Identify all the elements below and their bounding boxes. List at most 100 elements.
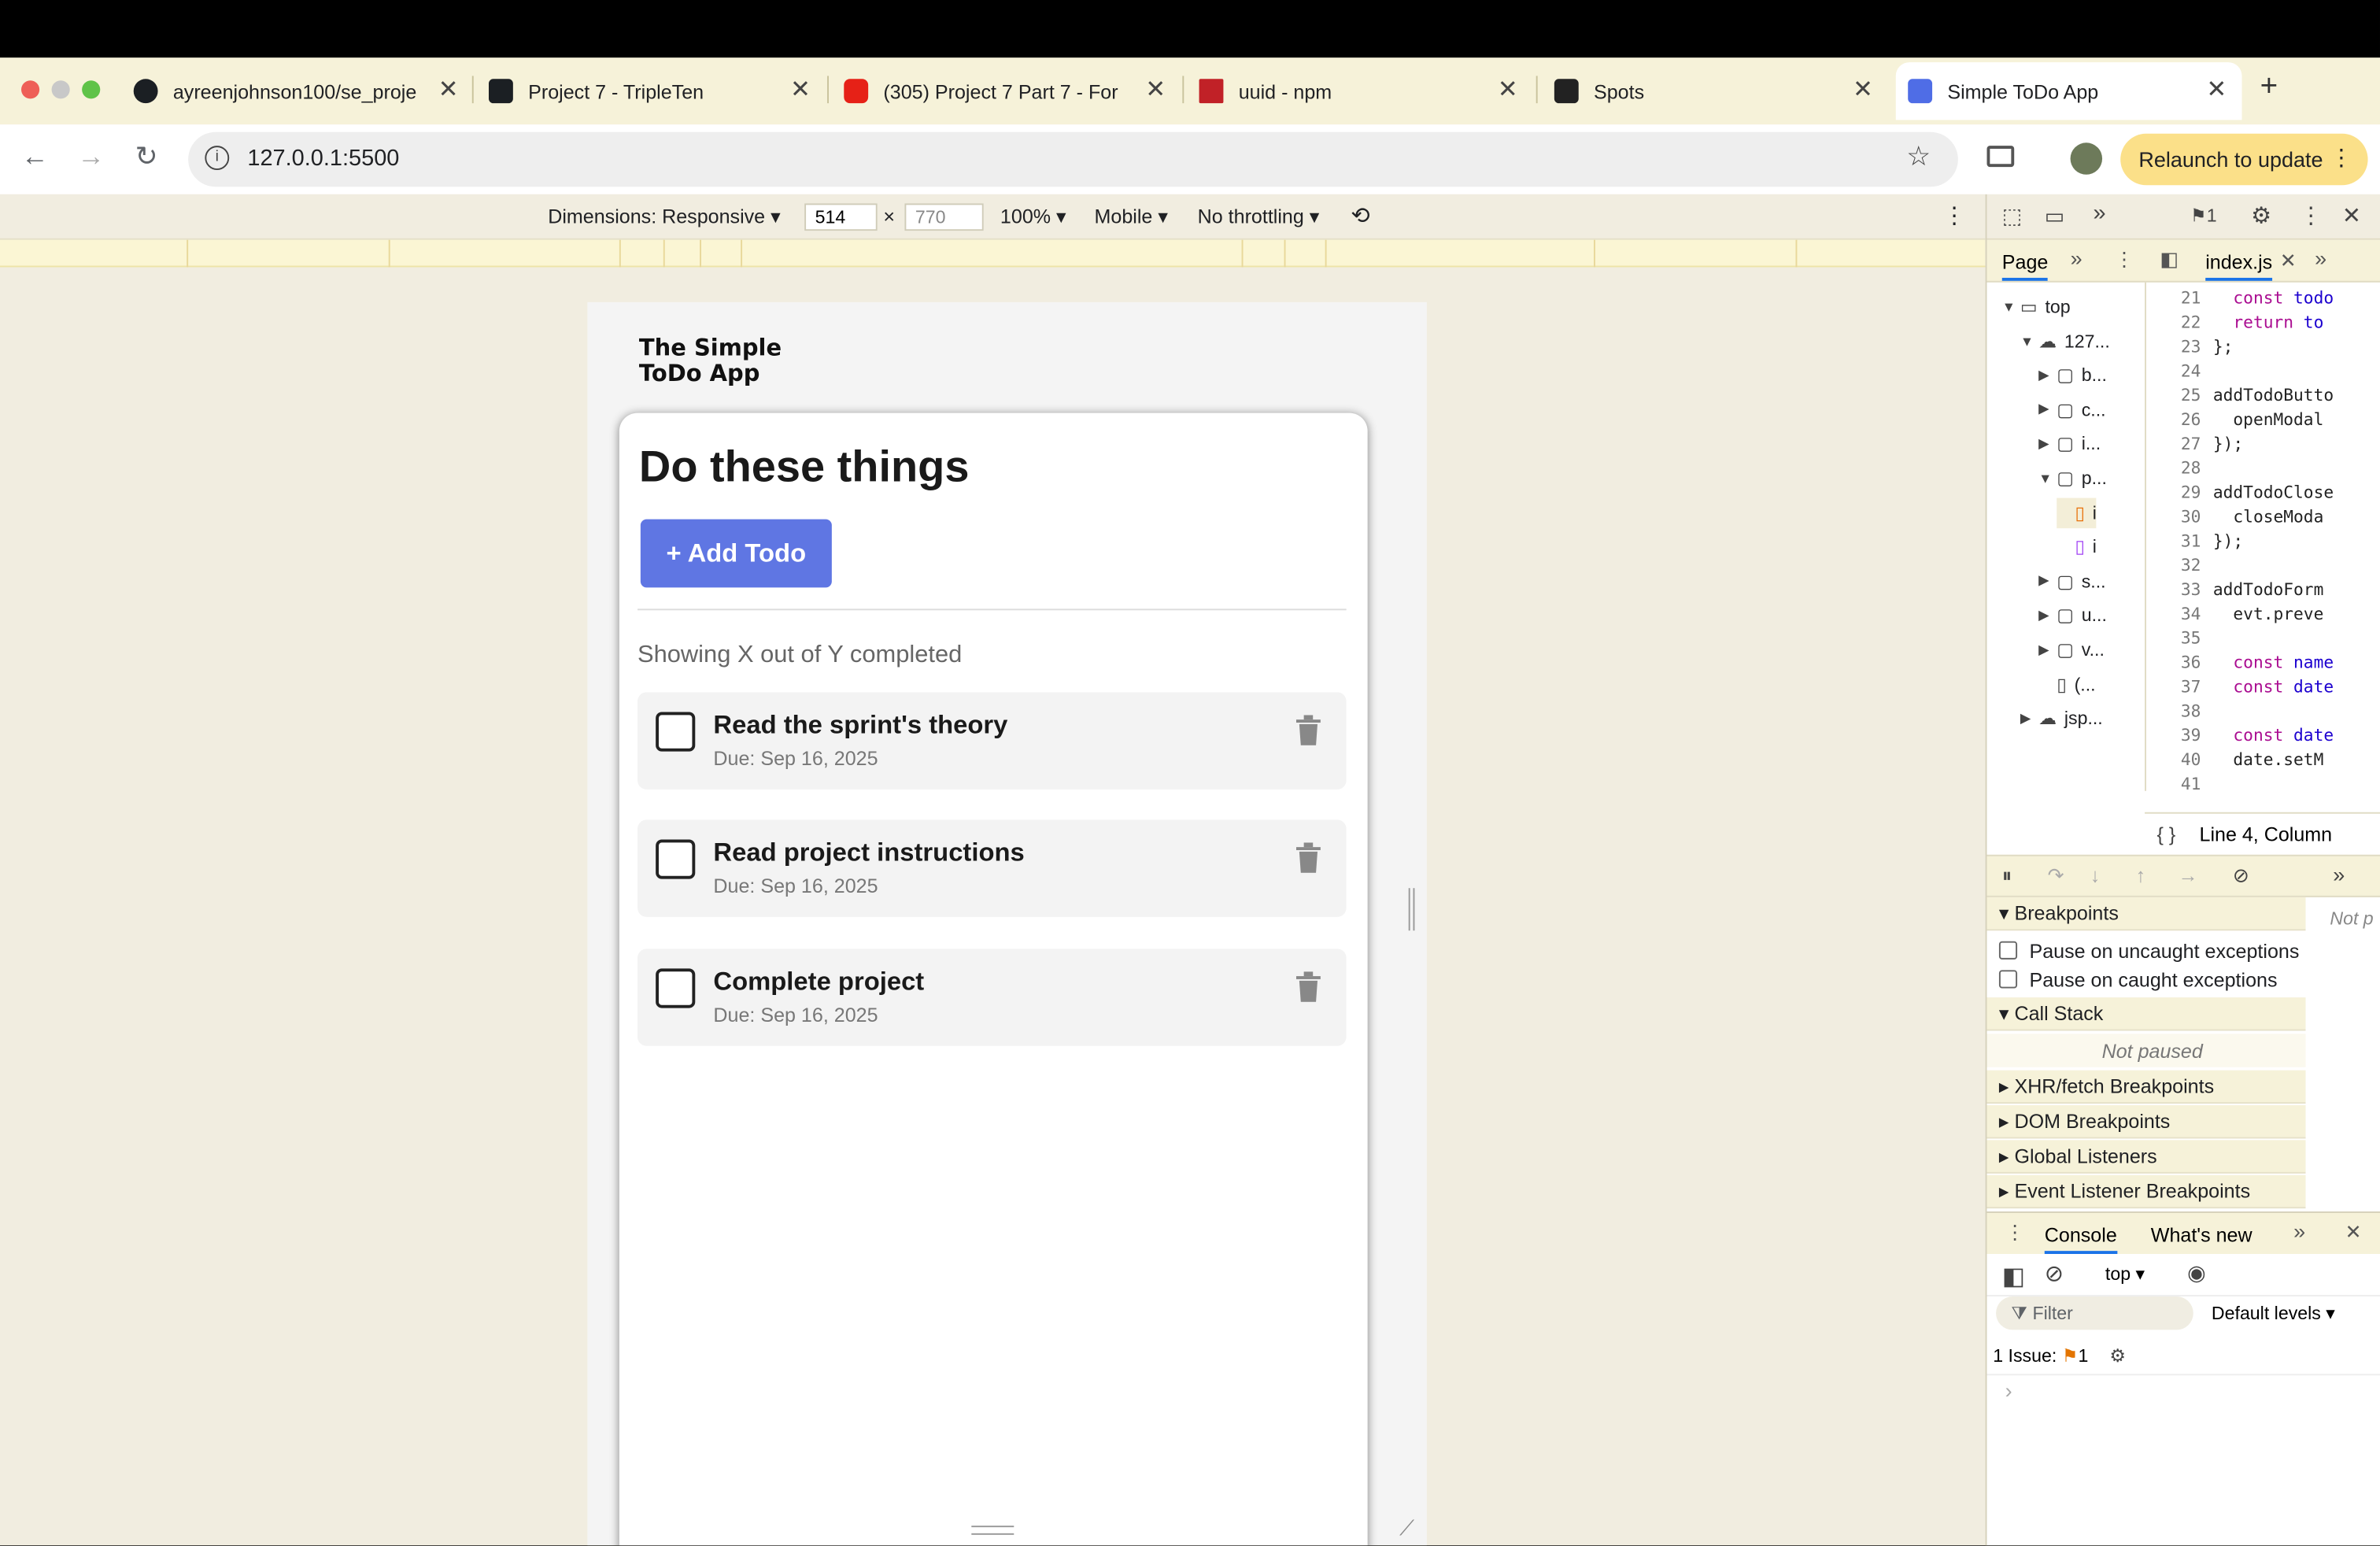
- global-listeners-section[interactable]: ▸ Global Listeners: [1986, 1140, 2306, 1174]
- disclosure-triangle-icon[interactable]: ▶: [2038, 367, 2057, 383]
- deactivate-breakpoints-icon[interactable]: ⊘: [2233, 864, 2249, 888]
- device-type-select[interactable]: Mobile ▾: [1094, 205, 1167, 229]
- live-expression-eye-icon[interactable]: ◉: [2187, 1260, 2206, 1286]
- checkbox[interactable]: [1998, 970, 2018, 989]
- throttling-select[interactable]: No throttling ▾: [1198, 205, 1320, 229]
- close-tab-icon[interactable]: ✕: [2206, 77, 2227, 105]
- avatar[interactable]: [2070, 142, 2103, 175]
- reload-icon[interactable]: ↻: [135, 141, 158, 172]
- bookmark-star-icon[interactable]: ☆: [1906, 141, 1931, 172]
- close-window-button[interactable]: [20, 80, 40, 99]
- add-todo-button[interactable]: + Add Todo: [640, 519, 832, 588]
- todo-checkbox[interactable]: [656, 839, 696, 879]
- viewport-width-resize-handle[interactable]: [1408, 888, 1415, 931]
- tree-node[interactable]: ▶ ▢ u...: [2038, 601, 2107, 631]
- tree-node[interactable]: ▶ ▢ s...: [2038, 566, 2106, 597]
- toggle-navigator-icon[interactable]: ◧: [2160, 247, 2179, 272]
- disclosure-triangle-icon[interactable]: ▶: [2038, 435, 2057, 452]
- disclosure-triangle-icon[interactable]: ▶: [2038, 401, 2057, 418]
- line-number[interactable]: 21: [2146, 288, 2201, 308]
- height-input[interactable]: [904, 203, 984, 231]
- close-tab-icon[interactable]: ✕: [1145, 77, 1166, 105]
- maximize-window-button[interactable]: [82, 80, 101, 99]
- corner-resize-handle[interactable]: ⟋: [1399, 1515, 1414, 1541]
- line-number[interactable]: 30: [2146, 507, 2201, 527]
- code-editor[interactable]: 21 const todo 22 return to 23}; 24 25 addTodo…: [2145, 282, 2380, 791]
- zoom-select[interactable]: 100% ▾: [1000, 205, 1066, 229]
- browser-tab[interactable]: uuid - npm ✕: [1199, 67, 1518, 116]
- tab-file[interactable]: index.js: [2205, 250, 2273, 281]
- address-bar[interactable]: [188, 131, 1958, 187]
- more-files-icon[interactable]: »: [2315, 246, 2326, 270]
- step-icon[interactable]: →: [2178, 864, 2197, 886]
- browser-tab[interactable]: ayreenjohnson100/se_proje ✕: [133, 67, 458, 116]
- close-drawer-icon[interactable]: ✕: [2345, 1221, 2362, 1245]
- width-input[interactable]: [804, 203, 878, 231]
- tree-node[interactable]: ▯ i: [2057, 531, 2097, 562]
- disclosure-triangle-icon[interactable]: ▶: [2038, 642, 2057, 658]
- close-file-icon[interactable]: ✕: [2280, 249, 2297, 273]
- close-tab-icon[interactable]: ✕: [1498, 77, 1518, 105]
- todo-checkbox[interactable]: [656, 968, 696, 1008]
- device-toggle-icon[interactable]: ▭: [2045, 203, 2065, 229]
- line-number[interactable]: 27: [2146, 435, 2201, 454]
- line-number[interactable]: 25: [2146, 386, 2201, 405]
- line-number[interactable]: 23: [2146, 337, 2201, 357]
- settings-gear-icon[interactable]: ⚙: [2251, 202, 2271, 229]
- minimize-window-button[interactable]: [51, 80, 70, 99]
- console-prompt[interactable]: ›: [2005, 1378, 2012, 1403]
- line-number[interactable]: 32: [2146, 556, 2201, 575]
- more-navigators-icon[interactable]: »: [2071, 246, 2082, 270]
- sidebar-toggle-icon[interactable]: ◧: [2002, 1262, 2025, 1293]
- line-number[interactable]: 29: [2146, 483, 2201, 502]
- disclosure-triangle-icon[interactable]: ▶: [2020, 710, 2038, 727]
- xhr-breakpoints-section[interactable]: ▸ XHR/fetch Breakpoints: [1986, 1070, 2306, 1104]
- disclosure-triangle-icon[interactable]: ▼: [2038, 471, 2057, 486]
- log-levels-select[interactable]: Default levels ▾: [2212, 1303, 2335, 1324]
- browser-tab-active[interactable]: Simple ToDo App ✕: [1895, 62, 2242, 120]
- step-into-icon[interactable]: ↓: [2090, 864, 2101, 886]
- dimensions-select[interactable]: Dimensions: Responsive ▾: [548, 205, 780, 229]
- context-select[interactable]: top ▾: [2105, 1263, 2145, 1285]
- more-drawer-tabs-icon[interactable]: »: [2293, 1219, 2305, 1244]
- event-listener-breakpoints-section[interactable]: ▸ Event Listener Breakpoints: [1986, 1174, 2306, 1209]
- tree-node[interactable]: ▶ ▢ v...: [2038, 634, 2105, 665]
- tree-node[interactable]: ▯ (...: [2038, 669, 2095, 700]
- inspect-element-icon[interactable]: ⬚: [2002, 203, 2023, 229]
- tree-node[interactable]: ▶ ▢ c...: [2038, 394, 2106, 425]
- forward-icon[interactable]: →: [77, 141, 105, 172]
- step-over-icon[interactable]: ↷: [2048, 864, 2064, 888]
- viewport-height-resize-handle[interactable]: [971, 1526, 1014, 1535]
- screen-cast-icon[interactable]: [1986, 146, 2015, 168]
- line-number[interactable]: 22: [2146, 313, 2201, 332]
- close-tab-icon[interactable]: ✕: [790, 77, 811, 105]
- url-text[interactable]: 127.0.0.1:5500: [247, 146, 399, 172]
- close-tab-icon[interactable]: ✕: [1853, 77, 1873, 105]
- rotate-icon[interactable]: ⟲: [1351, 202, 1369, 229]
- tree-node[interactable]: ▼ ▢ p...: [2038, 463, 2107, 494]
- browser-tab[interactable]: (305) Project 7 Part 7 - For ✕: [844, 67, 1166, 116]
- tree-node[interactable]: ▶ ☁ jsp...: [2020, 703, 2103, 734]
- step-out-icon[interactable]: ↑: [2135, 864, 2145, 886]
- trash-icon[interactable]: [1295, 715, 1322, 745]
- devtools-menu-icon[interactable]: ⋮: [2300, 202, 2323, 229]
- back-icon[interactable]: ←: [21, 141, 49, 172]
- disclosure-triangle-icon[interactable]: ▶: [2038, 607, 2057, 623]
- dom-breakpoints-section[interactable]: ▸ DOM Breakpoints: [1986, 1104, 2306, 1139]
- trash-icon[interactable]: [1295, 971, 1322, 1002]
- line-number[interactable]: 36: [2146, 653, 2201, 672]
- relaunch-button[interactable]: Relaunch to update ⋮: [2120, 133, 2368, 186]
- pause-caught-option[interactable]: Pause on caught exceptions: [1986, 963, 2305, 996]
- site-info-icon[interactable]: i: [205, 146, 230, 170]
- issues-settings-icon[interactable]: ⚙: [2109, 1344, 2126, 1366]
- disclosure-triangle-icon[interactable]: ▼: [2020, 334, 2038, 349]
- breakpoints-section[interactable]: ▾ Breakpoints: [1986, 897, 2306, 931]
- checkbox[interactable]: [1998, 941, 2018, 960]
- pause-icon[interactable]: ⏸: [2002, 864, 2012, 888]
- call-stack-section[interactable]: ▾ Call Stack: [1986, 997, 2306, 1031]
- trash-icon[interactable]: [1295, 842, 1322, 873]
- issues-badge[interactable]: ⚑1: [2190, 205, 2217, 226]
- tree-node[interactable]: ▯ i: [2057, 497, 2097, 528]
- line-number[interactable]: 33: [2146, 580, 2201, 600]
- new-tab-button[interactable]: +: [2260, 70, 2278, 105]
